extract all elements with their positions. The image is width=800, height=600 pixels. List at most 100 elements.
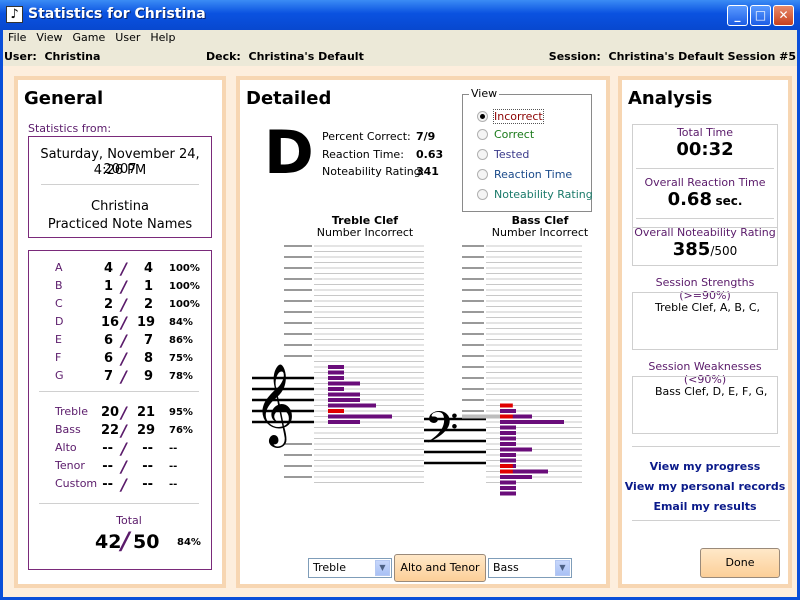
user-info: User: Christina <box>4 50 100 63</box>
note-total: 8 <box>143 351 153 366</box>
menu-user[interactable]: User <box>110 30 145 44</box>
view-option-label: Correct <box>494 128 535 141</box>
clef-label: Tenor <box>55 459 85 472</box>
menu-help[interactable]: Help <box>145 30 180 44</box>
clef-percent: -- <box>169 461 178 472</box>
note-row-d: D 16/ 19 84% <box>29 313 209 332</box>
total-time-value: 00:32 <box>676 139 734 160</box>
clef-row-custom: Custom -- / -- -- <box>29 475 209 494</box>
note-correct: 1 <box>103 279 113 294</box>
right-clef-select[interactable]: Bass ▼ <box>488 558 572 578</box>
session-summary-box: Saturday, November 24, 2007 4:26 PM Chri… <box>28 136 212 238</box>
note-total: 19 <box>137 315 156 330</box>
weaknesses-box: Bass Clef, D, E, F, G, <box>632 376 778 434</box>
note-percent: 86% <box>169 335 193 346</box>
menu-game[interactable]: Game <box>68 30 111 44</box>
left-clef-select[interactable]: Treble ▼ <box>308 558 392 578</box>
overall-reaction-label: Overall Reaction Time <box>644 176 766 189</box>
slash: / <box>121 313 127 332</box>
note-correct: 4 <box>103 261 113 276</box>
note-correct: 16 <box>101 315 120 330</box>
total-time-label: Total Time <box>676 126 734 139</box>
note-percent: 100% <box>169 299 200 310</box>
note-row-a: A 4 / 4 100% <box>29 259 209 278</box>
slash: / <box>121 259 127 278</box>
bass-clef-icon: 𝄢 <box>424 402 459 465</box>
maximize-button[interactable]: □ <box>750 5 771 26</box>
treble-bar-red <box>328 409 344 413</box>
summary-activity: Practiced Note Names <box>47 217 193 232</box>
view-option-label: Reaction Time <box>494 168 573 181</box>
done-button[interactable]: Done <box>700 548 780 578</box>
clef-label: Bass <box>55 423 81 436</box>
bass-bar <box>500 486 516 490</box>
menu-view[interactable]: View <box>31 30 67 44</box>
clef-total: -- <box>142 459 153 474</box>
bass-bar <box>500 442 516 446</box>
slash: / <box>121 457 127 476</box>
strengths-box: Treble Clef, A, B, C, <box>632 292 778 350</box>
note-total: 7 <box>143 333 153 348</box>
bass-bar <box>500 420 564 424</box>
detailed-title: Detailed <box>246 88 332 109</box>
overall-noteability: Overall Noteability Rating 385/500 <box>632 226 778 260</box>
clef-row-tenor: Tenor -- / -- -- <box>29 457 209 476</box>
treble-bar <box>328 398 360 402</box>
clef-total: -- <box>142 441 153 456</box>
divider <box>39 391 199 392</box>
total-time: Total Time 00:32 <box>632 126 778 160</box>
treble-clef-icon: 𝄞 <box>254 363 295 448</box>
minimize-button[interactable]: _ <box>727 5 748 26</box>
clef-correct: 20 <box>101 405 120 420</box>
note-row-e: E 6 / 7 86% <box>29 331 209 350</box>
overall-noteability-value: 385 <box>672 239 711 260</box>
user-label: User: <box>4 50 37 63</box>
bass-bar <box>500 458 516 463</box>
clef-row-bass: Bass 22/ 29 76% <box>29 421 209 440</box>
view-legend: View <box>469 87 500 100</box>
clef-label: Custom <box>55 477 98 490</box>
right-clef-select-value: Bass <box>493 561 519 574</box>
radio-dot[interactable] <box>477 129 488 140</box>
clef-correct: -- <box>102 477 113 492</box>
note-total: 4 <box>143 261 153 276</box>
clef-total: 29 <box>137 423 156 438</box>
radio-dot[interactable] <box>477 149 488 160</box>
radio-dot[interactable] <box>477 169 488 180</box>
title-bar[interactable]: ♪ Statistics for Christina _ □ ✕ <box>0 0 800 30</box>
total-label: Total <box>116 514 142 527</box>
personal-records-link[interactable]: View my personal records <box>622 480 788 493</box>
grade-letter: D <box>264 118 314 188</box>
close-button[interactable]: ✕ <box>773 5 794 26</box>
divider <box>41 184 199 185</box>
chevron-down-icon[interactable]: ▼ <box>375 560 390 576</box>
email-results-link[interactable]: Email my results <box>622 500 788 513</box>
slash: / <box>121 295 127 314</box>
bass-bar <box>500 447 532 452</box>
clef-row-alto: Alto -- / -- -- <box>29 439 209 458</box>
view-progress-link[interactable]: View my progress <box>622 460 788 473</box>
clef-correct: -- <box>102 441 113 456</box>
slash: / <box>121 331 127 350</box>
radio-dot[interactable] <box>477 111 488 122</box>
view-group: View Incorrect Correct Tested Reaction T… <box>462 87 593 212</box>
menu-file[interactable]: File <box>3 30 31 44</box>
radio-dot[interactable] <box>477 189 488 200</box>
bass-bar-red <box>500 469 513 474</box>
session-info: Session: Christina's Default Session #5 <box>549 50 796 63</box>
bass-bar <box>500 475 532 479</box>
info-bar: User: Christina Deck: Christina's Defaul… <box>3 48 797 66</box>
bass-bar <box>500 480 516 485</box>
divider <box>636 168 774 169</box>
noteability-label: Noteability Rating: <box>322 165 425 178</box>
bass-bar-red <box>500 403 513 408</box>
slash: / <box>121 403 127 422</box>
general-title: General <box>24 88 104 109</box>
percent-correct-value: 7/9 <box>416 130 436 143</box>
chevron-down-icon[interactable]: ▼ <box>555 560 570 576</box>
view-option-label: Tested <box>494 148 530 161</box>
note-label: A <box>55 261 63 274</box>
alto-tenor-button[interactable]: Alto and Tenor <box>394 554 486 582</box>
note-percent: 75% <box>169 353 193 364</box>
clef-correct: 22 <box>101 423 120 438</box>
